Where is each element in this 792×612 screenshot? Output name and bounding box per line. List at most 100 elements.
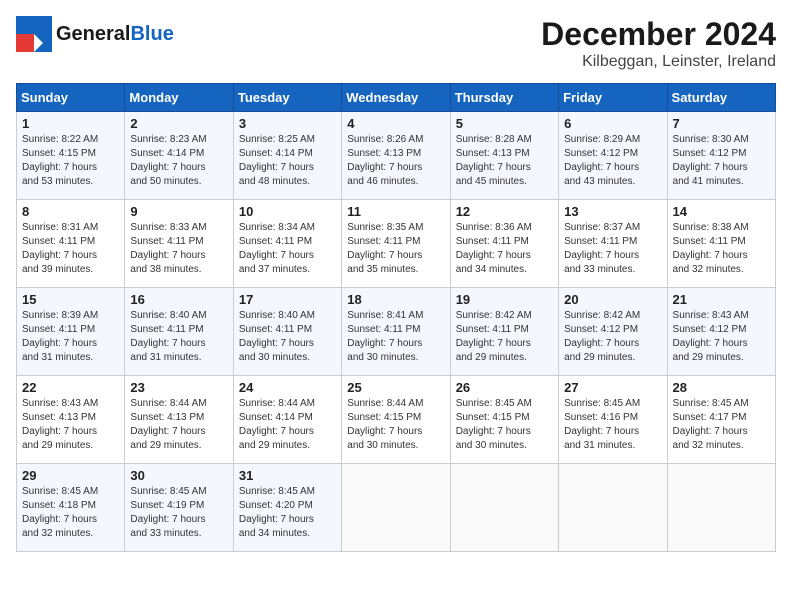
day-info: Sunrise: 8:40 AMSunset: 4:11 PMDaylight:… (239, 309, 336, 365)
calendar-cell: 10Sunrise: 8:34 AMSunset: 4:11 PMDayligh… (233, 200, 341, 288)
day-info: Sunrise: 8:41 AMSunset: 4:11 PMDaylight:… (347, 309, 444, 365)
weekday-header-row: SundayMondayTuesdayWednesdayThursdayFrid… (17, 84, 776, 112)
day-number: 9 (130, 204, 227, 219)
day-info: Sunrise: 8:45 AMSunset: 4:19 PMDaylight:… (130, 485, 227, 541)
calendar-cell: 28Sunrise: 8:45 AMSunset: 4:17 PMDayligh… (667, 376, 775, 464)
day-info: Sunrise: 8:44 AMSunset: 4:14 PMDaylight:… (239, 397, 336, 453)
day-info: Sunrise: 8:45 AMSunset: 4:15 PMDaylight:… (456, 397, 553, 453)
calendar-cell (342, 464, 450, 552)
day-info: Sunrise: 8:26 AMSunset: 4:13 PMDaylight:… (347, 133, 444, 189)
calendar-cell: 17 Sunrise: 8:40 AMSunset: 4:11 PMDayligh… (233, 288, 341, 376)
calendar-cell: 27Sunrise: 8:45 AMSunset: 4:16 PMDayligh… (559, 376, 667, 464)
day-number: 26 (456, 380, 553, 395)
day-number: 17 (239, 292, 336, 307)
calendar-cell: 29 Sunrise: 8:45 AMSunset: 4:18 PMDayligh… (17, 464, 125, 552)
calendar-cell: 21Sunrise: 8:43 AMSunset: 4:12 PMDayligh… (667, 288, 775, 376)
day-number: 6 (564, 116, 661, 131)
calendar-body: 1 Sunrise: 8:22 AMSunset: 4:15 PMDaylight… (17, 112, 776, 552)
calendar-cell: 6 Sunrise: 8:29 AMSunset: 4:12 PMDaylight… (559, 112, 667, 200)
page-header: GeneralBlue December 2024 Kilbeggan, Lei… (16, 16, 776, 71)
day-number: 18 (347, 292, 444, 307)
calendar-cell: 12 Sunrise: 8:36 AMSunset: 4:11 PMDayligh… (450, 200, 558, 288)
day-number: 4 (347, 116, 444, 131)
day-info: Sunrise: 8:29 AMSunset: 4:12 PMDaylight:… (564, 133, 661, 189)
day-number: 8 (22, 204, 119, 219)
calendar-cell: 3Sunrise: 8:25 AMSunset: 4:14 PMDaylight… (233, 112, 341, 200)
calendar-cell: 24 Sunrise: 8:44 AMSunset: 4:14 PMDayligh… (233, 376, 341, 464)
title-block: December 2024 Kilbeggan, Leinster, Irela… (541, 16, 776, 71)
calendar-week-5: 29 Sunrise: 8:45 AMSunset: 4:18 PMDayligh… (17, 464, 776, 552)
day-number: 15 (22, 292, 119, 307)
calendar-cell: 19 Sunrise: 8:42 AMSunset: 4:11 PMDayligh… (450, 288, 558, 376)
calendar-cell: 25 Sunrise: 8:44 AMSunset: 4:15 PMDayligh… (342, 376, 450, 464)
calendar-cell: 4 Sunrise: 8:26 AMSunset: 4:13 PMDaylight… (342, 112, 450, 200)
day-number: 1 (22, 116, 119, 131)
day-info: Sunrise: 8:25 AMSunset: 4:14 PMDaylight:… (239, 133, 336, 189)
day-number: 20 (564, 292, 661, 307)
month-title: December 2024 (541, 16, 776, 53)
day-info: Sunrise: 8:45 AMSunset: 4:18 PMDaylight:… (22, 485, 119, 541)
day-info: Sunrise: 8:22 AMSunset: 4:15 PMDaylight:… (22, 133, 119, 189)
day-info: Sunrise: 8:44 AMSunset: 4:15 PMDaylight:… (347, 397, 444, 453)
calendar-cell: 7Sunrise: 8:30 AMSunset: 4:12 PMDaylight… (667, 112, 775, 200)
day-info: Sunrise: 8:39 AMSunset: 4:11 PMDaylight:… (22, 309, 119, 365)
day-info: Sunrise: 8:42 AMSunset: 4:11 PMDaylight:… (456, 309, 553, 365)
calendar-cell (450, 464, 558, 552)
calendar-cell: 22Sunrise: 8:43 AMSunset: 4:13 PMDayligh… (17, 376, 125, 464)
calendar-cell: 20 Sunrise: 8:42 AMSunset: 4:12 PMDayligh… (559, 288, 667, 376)
day-info: Sunrise: 8:42 AMSunset: 4:12 PMDaylight:… (564, 309, 661, 365)
day-number: 25 (347, 380, 444, 395)
day-number: 2 (130, 116, 227, 131)
day-info: Sunrise: 8:33 AMSunset: 4:11 PMDaylight:… (130, 221, 227, 277)
calendar-cell (667, 464, 775, 552)
day-info: Sunrise: 8:28 AMSunset: 4:13 PMDaylight:… (456, 133, 553, 189)
calendar-week-3: 15 Sunrise: 8:39 AMSunset: 4:11 PMDayligh… (17, 288, 776, 376)
day-number: 23 (130, 380, 227, 395)
day-info: Sunrise: 8:36 AMSunset: 4:11 PMDaylight:… (456, 221, 553, 277)
day-info: Sunrise: 8:31 AMSunset: 4:11 PMDaylight:… (22, 221, 119, 277)
weekday-thursday: Thursday (450, 84, 558, 112)
calendar-cell: 5 Sunrise: 8:28 AMSunset: 4:13 PMDaylight… (450, 112, 558, 200)
day-info: Sunrise: 8:23 AMSunset: 4:14 PMDaylight:… (130, 133, 227, 189)
calendar-cell: 13 Sunrise: 8:37 AMSunset: 4:11 PMDayligh… (559, 200, 667, 288)
calendar-cell: 23 Sunrise: 8:44 AMSunset: 4:13 PMDayligh… (125, 376, 233, 464)
calendar-cell (559, 464, 667, 552)
calendar-week-4: 22Sunrise: 8:43 AMSunset: 4:13 PMDayligh… (17, 376, 776, 464)
logo-general: General (56, 23, 130, 45)
calendar-cell: 2 Sunrise: 8:23 AMSunset: 4:14 PMDaylight… (125, 112, 233, 200)
location: Kilbeggan, Leinster, Ireland (541, 53, 776, 71)
day-info: Sunrise: 8:38 AMSunset: 4:11 PMDaylight:… (673, 221, 770, 277)
day-number: 24 (239, 380, 336, 395)
day-number: 12 (456, 204, 553, 219)
day-info: Sunrise: 8:44 AMSunset: 4:13 PMDaylight:… (130, 397, 227, 453)
day-number: 11 (347, 204, 444, 219)
calendar-cell: 26 Sunrise: 8:45 AMSunset: 4:15 PMDayligh… (450, 376, 558, 464)
day-number: 31 (239, 468, 336, 483)
weekday-tuesday: Tuesday (233, 84, 341, 112)
logo-icon (16, 16, 52, 52)
calendar-cell: 18 Sunrise: 8:41 AMSunset: 4:11 PMDayligh… (342, 288, 450, 376)
day-info: Sunrise: 8:35 AMSunset: 4:11 PMDaylight:… (347, 221, 444, 277)
day-info: Sunrise: 8:34 AMSunset: 4:11 PMDaylight:… (239, 221, 336, 277)
day-number: 13 (564, 204, 661, 219)
day-number: 16 (130, 292, 227, 307)
calendar-cell: 1 Sunrise: 8:22 AMSunset: 4:15 PMDaylight… (17, 112, 125, 200)
calendar-cell: 30Sunrise: 8:45 AMSunset: 4:19 PMDayligh… (125, 464, 233, 552)
calendar-cell: 31 Sunrise: 8:45 AMSunset: 4:20 PMDayligh… (233, 464, 341, 552)
day-info: Sunrise: 8:37 AMSunset: 4:11 PMDaylight:… (564, 221, 661, 277)
logo: GeneralBlue (16, 16, 174, 52)
weekday-friday: Friday (559, 84, 667, 112)
day-number: 19 (456, 292, 553, 307)
calendar-header: SundayMondayTuesdayWednesdayThursdayFrid… (17, 84, 776, 112)
calendar-week-2: 8 Sunrise: 8:31 AMSunset: 4:11 PMDaylight… (17, 200, 776, 288)
day-info: Sunrise: 8:45 AMSunset: 4:17 PMDaylight:… (673, 397, 770, 453)
day-number: 14 (673, 204, 770, 219)
day-info: Sunrise: 8:43 AMSunset: 4:12 PMDaylight:… (673, 309, 770, 365)
day-info: Sunrise: 8:45 AMSunset: 4:20 PMDaylight:… (239, 485, 336, 541)
weekday-monday: Monday (125, 84, 233, 112)
day-number: 27 (564, 380, 661, 395)
day-number: 29 (22, 468, 119, 483)
day-number: 5 (456, 116, 553, 131)
logo-blue: Blue (130, 23, 173, 45)
day-info: Sunrise: 8:40 AMSunset: 4:11 PMDaylight:… (130, 309, 227, 365)
